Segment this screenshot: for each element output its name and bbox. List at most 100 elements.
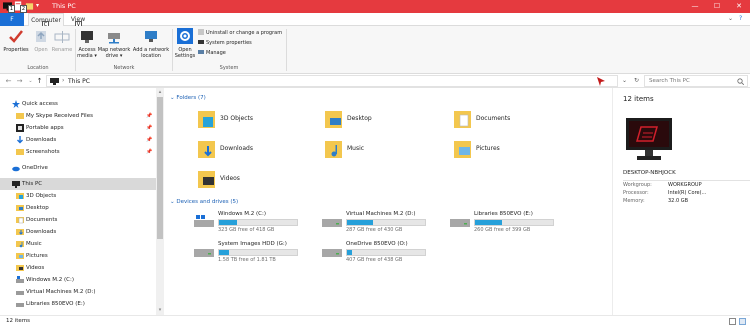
cube-folder-icon	[198, 111, 215, 128]
minimize-button[interactable]: —	[684, 0, 706, 13]
folders-section-header[interactable]: ⌄ Folders (7)	[170, 95, 206, 101]
recent-locations-button[interactable]: ⌄	[26, 76, 35, 86]
sidebar-item-screenshots[interactable]: Screenshots 📌	[0, 146, 156, 158]
cube-icon	[16, 193, 24, 199]
drive-name: Virtual Machines M.2 (D:)	[346, 211, 416, 217]
search-icon	[737, 78, 744, 85]
sidebar-item-onedrive[interactable]: OneDrive	[0, 162, 156, 174]
open-settings-button[interactable]: Open Settings	[174, 28, 196, 59]
title-bar: ▾ 1 2 This PC — ☐ ✕	[0, 0, 750, 13]
drive-usage-bar	[218, 219, 298, 226]
sidebar-item-pictures[interactable]: Pictures	[0, 250, 156, 262]
uninstall-program-button[interactable]: Uninstall or change a program	[198, 29, 282, 37]
drive-icon	[16, 291, 24, 295]
desktop-icon	[16, 205, 24, 211]
property-key: Memory:	[623, 198, 645, 204]
file-tab[interactable]: F	[0, 13, 24, 26]
scrollbar-thumb[interactable]	[157, 97, 163, 239]
pin-icon[interactable]: 📌	[146, 134, 152, 146]
pin-icon[interactable]: 📌	[146, 146, 152, 158]
folder-label: Desktop	[347, 115, 372, 122]
sidebar-label: This PC	[22, 181, 43, 187]
sidebar-item-downloads[interactable]: Downloads	[0, 226, 156, 238]
drive-item[interactable]: Virtual Machines M.2 (D:) 287 GB free of…	[322, 211, 440, 237]
sidebar-item-3d-objects[interactable]: 3D Objects	[0, 190, 156, 202]
desktop-folder-icon	[325, 111, 342, 128]
sidebar-item-skype-received-files[interactable]: My Skype Received Files 📌	[0, 110, 156, 122]
music-icon	[16, 241, 24, 248]
downloads-folder-icon	[198, 141, 215, 158]
drives-section-header[interactable]: ⌄ Devices and drives (5)	[170, 199, 238, 205]
search-input[interactable]: Search This PC	[644, 75, 748, 87]
scroll-up-icon[interactable]: ▴	[157, 89, 163, 96]
sidebar-scrollbar[interactable]: ▴ ▾	[156, 88, 164, 315]
folder-icon	[16, 124, 24, 132]
rename-button[interactable]: Rename	[51, 28, 73, 53]
access-media-button[interactable]: Access media ▾	[77, 28, 97, 59]
sidebar-item-this-pc[interactable]: This PC	[0, 178, 156, 190]
add-network-location-button[interactable]: Add a network location	[131, 28, 171, 59]
sidebar-item-virtual-machines-d[interactable]: Virtual Machines M.2 (D:)	[0, 286, 156, 298]
drive-icon	[16, 303, 24, 307]
sidebar-item-music[interactable]: Music	[0, 238, 156, 250]
properties-icon	[9, 30, 23, 43]
back-button[interactable]: ←	[4, 76, 13, 86]
chevron-down-icon: ⌄	[170, 199, 175, 205]
sidebar-item-downloads-pinned[interactable]: Downloads 📌	[0, 134, 156, 146]
details-view-button[interactable]	[729, 318, 736, 325]
keytip-1: 1	[8, 5, 15, 13]
help-icon[interactable]: ?	[739, 15, 742, 22]
sidebar-item-desktop[interactable]: Desktop	[0, 202, 156, 214]
system-properties-button[interactable]: System properties	[198, 39, 252, 47]
drive-name: System Images HDD (G:)	[218, 241, 287, 247]
downloads-icon	[17, 136, 23, 144]
up-button[interactable]: ↑	[35, 76, 44, 86]
drive-item[interactable]: Libraries 850EVO (E:) 260 GB free of 399…	[450, 211, 568, 237]
downloads-icon	[16, 229, 24, 235]
folder-icon	[16, 113, 24, 119]
drive-name: Libraries 850EVO (E:)	[474, 211, 533, 217]
drive-item[interactable]: Windows M.2 (C:) 323 GB free of 418 GB	[194, 211, 312, 237]
search-placeholder: Search This PC	[649, 78, 690, 84]
uninstall-label: Uninstall or change a program	[206, 30, 283, 36]
open-button[interactable]: Open	[31, 28, 51, 53]
map-network-drive-button[interactable]: Map network drive ▾	[97, 28, 131, 59]
forward-button[interactable]: →	[15, 76, 24, 86]
sidebar-item-windows-c[interactable]: Windows M.2 (C:)	[0, 274, 156, 286]
sidebar-item-portable-apps[interactable]: Portable apps 📌	[0, 122, 156, 134]
drive-usage-fill	[347, 250, 353, 255]
manage-button[interactable]: Manage	[198, 49, 226, 57]
pin-icon[interactable]: 📌	[146, 122, 152, 134]
large-icons-view-button[interactable]	[739, 318, 746, 325]
drive-usage-bar	[474, 219, 554, 226]
pin-icon[interactable]: 📌	[146, 110, 152, 122]
maximize-button[interactable]: ☐	[706, 0, 728, 13]
ribbon-expand-icon[interactable]: ⌄	[728, 15, 733, 22]
folder-label: 3D Objects	[220, 115, 254, 122]
sidebar-item-documents[interactable]: Documents	[0, 214, 156, 226]
documents-folder-icon	[454, 111, 471, 128]
sidebar-label: Downloads	[26, 137, 57, 143]
folder-icon	[16, 149, 24, 155]
sidebar-item-quick-access[interactable]: Quick access	[0, 98, 156, 110]
sidebar-item-libraries-e[interactable]: Libraries 850EVO (E:)	[0, 298, 156, 310]
add-location-label-2: location	[141, 53, 161, 59]
folder-label: Music	[347, 145, 365, 152]
sidebar-label: Windows M.2 (C:)	[26, 277, 75, 283]
address-dropdown-icon[interactable]: ⌄	[622, 77, 627, 84]
address-tools: ⌄ ↻	[622, 75, 642, 87]
refresh-icon[interactable]: ↻	[634, 77, 639, 84]
property-value: 32.0 GB	[668, 198, 689, 204]
drive-name: OneDrive 850EVO (O:)	[346, 241, 408, 247]
breadcrumb-this-pc[interactable]: This PC	[68, 78, 90, 85]
drive-free-space: 323 GB free of 418 GB	[218, 227, 275, 233]
drive-item[interactable]: System Images HDD (G:) 1.58 TB free of 1…	[194, 241, 312, 267]
sidebar-item-videos[interactable]: Videos	[0, 262, 156, 274]
scroll-down-icon[interactable]: ▾	[157, 307, 163, 314]
close-button[interactable]: ✕	[728, 0, 750, 13]
qa-dropdown-icon[interactable]: ▾	[36, 1, 45, 11]
windows-drive-icon	[194, 215, 214, 227]
drive-item[interactable]: OneDrive 850EVO (O:) 407 GB free of 438 …	[322, 241, 440, 267]
address-field[interactable]: › This PC	[46, 75, 618, 87]
properties-button[interactable]: Properties	[3, 28, 29, 53]
